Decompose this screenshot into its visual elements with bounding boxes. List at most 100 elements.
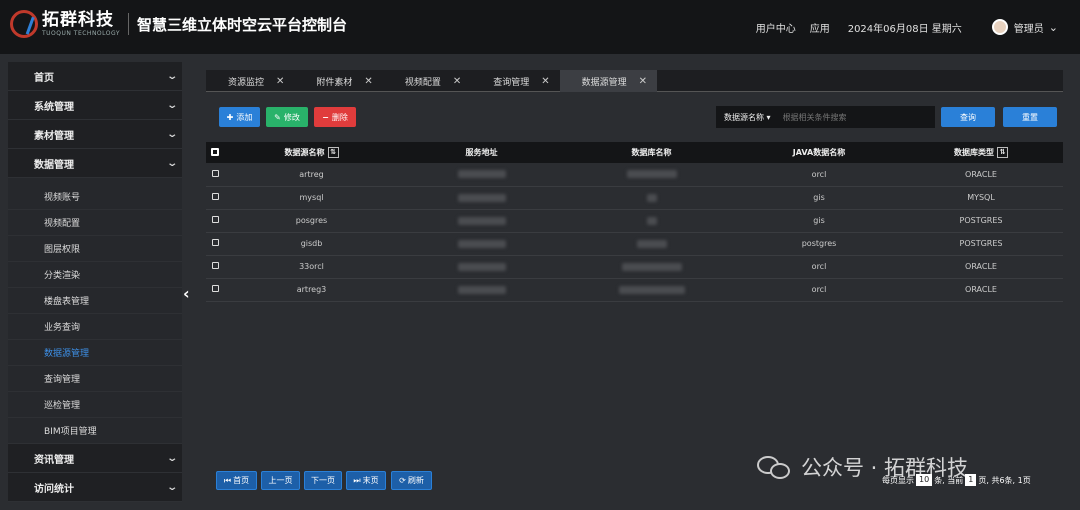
col-dbname: 数据库名称: [631, 148, 672, 157]
sidebar: 首页 ⌄ 系统管理 ⌄ 素材管理 ⌄ 数据管理 ⌄ 视频账号 视频配置 图层权限 分类渲…: [8, 62, 182, 502]
delete-button[interactable]: − 删除: [314, 107, 356, 127]
sidebar-item-stats[interactable]: 访问统计 ⌄: [8, 473, 182, 502]
sidebar-item-data[interactable]: 数据管理 ⌄: [8, 149, 182, 178]
sidebar-subitem-query-manage[interactable]: 查询管理: [8, 366, 182, 392]
content-area: ✚添加 ✎修改 −删除 数据源名称 ▾ 查询 重置 数据源名称⇅ 服务地址 数据…: [206, 70, 1063, 330]
cell-dbname: [564, 163, 739, 186]
sidebar-item-label: 系统管理: [34, 101, 74, 113]
cell-java: orcl: [811, 169, 827, 179]
sidebar-item-material[interactable]: 素材管理 ⌄: [8, 120, 182, 149]
cell-name: posgres: [295, 216, 328, 225]
current-page-input[interactable]: 1: [965, 474, 977, 486]
row-checkbox-cell: [206, 163, 224, 186]
collapse-sidebar-icon[interactable]: ‹: [183, 284, 190, 303]
chevron-down-icon: ⌄: [165, 99, 178, 111]
sidebar-subitem-business-query[interactable]: 业务查询: [8, 314, 182, 340]
table-row[interactable]: posgres gis POSTGRES: [206, 209, 1063, 232]
user-menu[interactable]: 管理员: [1014, 20, 1044, 35]
refresh-button[interactable]: ⟳ 刷新: [391, 471, 432, 490]
prev-page-button[interactable]: 上一页: [261, 471, 300, 490]
table-row[interactable]: artreg3 orcl ORACLE: [206, 278, 1063, 301]
cell-name: gisdb: [300, 239, 323, 248]
cell-java: orcl: [811, 262, 827, 271]
minus-icon: −: [322, 112, 329, 122]
sidebar-subitem-class-render[interactable]: 分类渲染: [8, 262, 182, 288]
page-size-select[interactable]: 10: [916, 474, 933, 486]
cell-address: [399, 278, 564, 301]
table-row[interactable]: gisdb postgres POSTGRES: [206, 232, 1063, 255]
edit-button[interactable]: ✎ 修改: [266, 107, 308, 127]
last-page-button[interactable]: ⏭ 末页: [346, 471, 386, 490]
row-checkbox[interactable]: [211, 239, 219, 246]
row-checkbox[interactable]: [211, 169, 219, 177]
redacted-block: [636, 239, 667, 248]
app-title: 智慧三维立体时空云平台控制台: [137, 15, 348, 34]
search-field-select[interactable]: 数据源名称 ▾: [716, 112, 779, 123]
data-submenu: 视频账号 视频配置 图层权限 分类渲染 楼盘表管理 业务查询 数据源管理 查询管…: [8, 178, 182, 444]
chevron-down-icon[interactable]: ⌄: [1049, 21, 1058, 34]
col-address: 服务地址: [465, 148, 498, 157]
cell-dbtype: POSTGRES: [959, 216, 1003, 225]
row-checkbox[interactable]: [211, 216, 219, 223]
sidebar-subitem-layer-permission[interactable]: 图层权限: [8, 236, 182, 262]
sidebar-subitem-video-config[interactable]: 视频配置: [8, 210, 182, 236]
apps-link[interactable]: 应用: [810, 20, 830, 35]
sidebar-item-label: 访问统计: [34, 483, 74, 495]
cell-address: [399, 209, 564, 232]
cell-dbtype: MYSQL: [967, 193, 995, 202]
table-row[interactable]: 33orcl orcl ORACLE: [206, 255, 1063, 278]
company-logo[interactable]: 拓群科技 TUOQUN TECHNOLOGY 智慧三维立体时空云平台控制台: [10, 10, 347, 38]
redacted-block: [626, 170, 677, 179]
cell-address: [399, 163, 564, 186]
cell-name: artreg3: [296, 285, 327, 294]
first-page-button[interactable]: ⏮ 首页: [216, 471, 257, 490]
next-page-button[interactable]: 下一页: [304, 471, 342, 490]
add-button[interactable]: ✚ 添加: [219, 107, 260, 127]
pencil-icon: ✎: [274, 112, 281, 122]
col-name-label: 数据源名称: [284, 148, 325, 157]
cell-java: gis: [813, 193, 825, 202]
sidebar-item-label: 数据管理: [34, 159, 74, 171]
row-checkbox[interactable]: [211, 285, 219, 292]
row-checkbox-cell: [206, 278, 224, 301]
redacted-block: [646, 193, 657, 202]
add-label: 添加: [236, 112, 253, 122]
sidebar-subitem-building-table[interactable]: 楼盘表管理: [8, 288, 182, 314]
cell-dbname: [564, 186, 739, 209]
sidebar-subitem-video-account[interactable]: 视频账号: [8, 184, 182, 210]
chevron-down-icon: ⌄: [165, 128, 178, 140]
cell-java: postgres: [801, 239, 837, 248]
table-row[interactable]: artreg orcl ORACLE: [206, 163, 1063, 186]
caret-down-icon: ▾: [766, 112, 771, 122]
sidebar-subitem-inspection[interactable]: 巡检管理: [8, 392, 182, 418]
reset-button[interactable]: 重置: [1003, 107, 1057, 127]
refresh-icon: ⟳: [399, 476, 406, 485]
row-checkbox[interactable]: [211, 193, 219, 200]
last-page-label: 末页: [362, 476, 379, 485]
table-row[interactable]: mysql gis MYSQL: [206, 186, 1063, 209]
col-dbtype-label: 数据库类型: [954, 148, 994, 157]
cell-address: [399, 255, 564, 278]
row-checkbox[interactable]: [211, 262, 219, 269]
sidebar-item-home[interactable]: 首页 ⌄: [8, 62, 182, 91]
pagination-info: 每页显示 10 条, 当前 1 页, 共6条, 1页: [882, 474, 1031, 486]
logo-cn: 拓群科技: [42, 9, 114, 30]
cell-dbtype: ORACLE: [965, 262, 997, 271]
row-checkbox-cell: [206, 255, 224, 278]
select-all-checkbox[interactable]: [211, 147, 219, 156]
cell-dbname: [564, 232, 739, 255]
sort-icon[interactable]: ⇅: [997, 147, 1008, 158]
sidebar-item-news[interactable]: 资讯管理 ⌄: [8, 444, 182, 473]
sidebar-subitem-datasource[interactable]: 数据源管理: [8, 340, 182, 366]
search-input[interactable]: [778, 106, 935, 128]
redacted-block: [646, 216, 657, 225]
user-center-link[interactable]: 用户中心: [756, 20, 796, 35]
sidebar-item-label: 素材管理: [34, 130, 74, 142]
sidebar-item-system[interactable]: 系统管理 ⌄: [8, 91, 182, 120]
avatar[interactable]: [991, 19, 1008, 35]
search-select-label: 数据源名称: [724, 112, 764, 122]
refresh-label: 刷新: [407, 476, 424, 485]
sidebar-subitem-bim[interactable]: BIM项目管理: [8, 418, 182, 444]
sort-icon[interactable]: ⇅: [327, 147, 339, 158]
query-button[interactable]: 查询: [941, 107, 995, 127]
